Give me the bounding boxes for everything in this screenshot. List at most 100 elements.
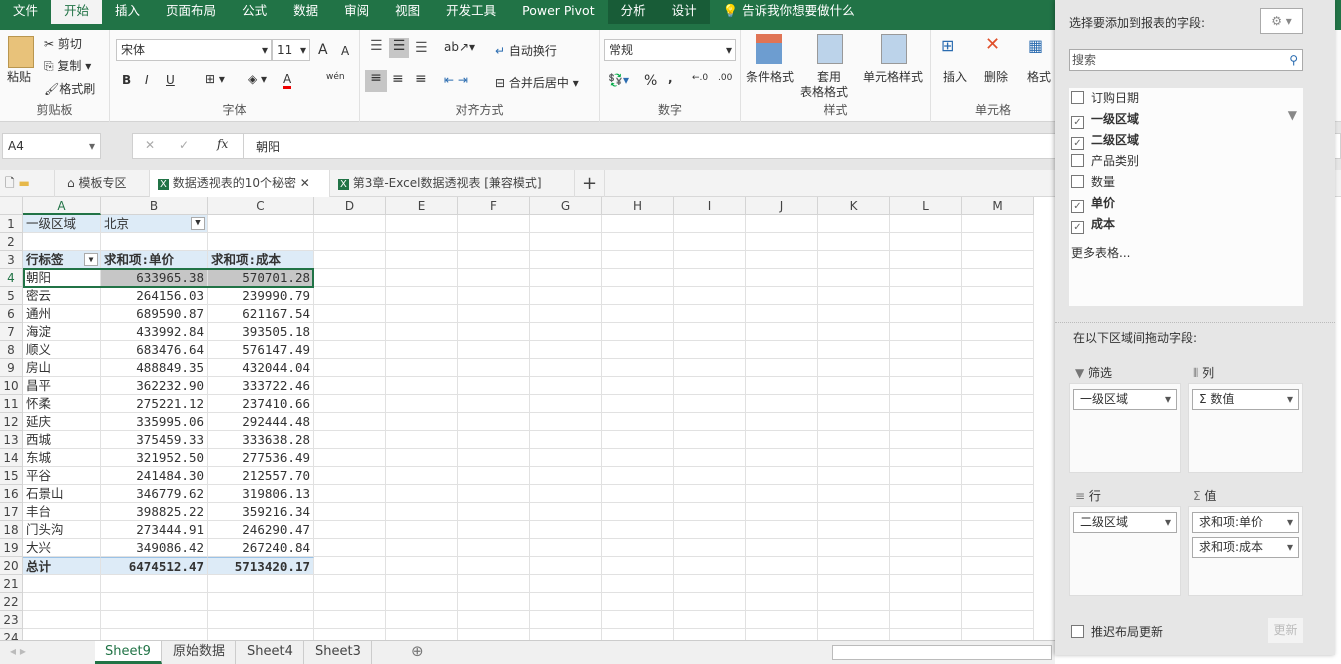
cell[interactable] [458, 431, 530, 449]
name-box[interactable]: A4 ▾ [2, 133, 101, 159]
more-tables-link[interactable]: 更多表格... [1071, 244, 1130, 261]
pivot-row-label[interactable]: 密云 [23, 287, 101, 305]
cell[interactable] [746, 359, 818, 377]
cell[interactable] [746, 521, 818, 539]
cell[interactable] [962, 575, 1034, 593]
cell[interactable] [314, 287, 386, 305]
align-left-icon[interactable]: ≡ [365, 70, 387, 92]
field-search-input[interactable]: 搜索 ⚲ [1069, 49, 1303, 71]
cell[interactable] [818, 395, 890, 413]
pivot-row-label[interactable]: 门头沟 [23, 521, 101, 539]
row-header[interactable]: 21 [0, 575, 23, 593]
field-checkbox[interactable]: ✓ 二级区域 [1071, 130, 1139, 150]
sheet-tab[interactable]: Sheet4 [237, 641, 304, 664]
cell[interactable] [962, 341, 1034, 359]
cell[interactable] [962, 305, 1034, 323]
field-checkbox[interactable]: ✓ 单价 [1071, 193, 1115, 213]
delete-cells-button[interactable]: 删除 [984, 68, 1008, 85]
cell[interactable] [818, 359, 890, 377]
cell[interactable] [602, 359, 674, 377]
filter-field-chip[interactable]: 一级区域 [1073, 389, 1177, 410]
cell[interactable] [674, 539, 746, 557]
cell[interactable] [890, 431, 962, 449]
cell[interactable] [602, 431, 674, 449]
cell[interactable] [386, 323, 458, 341]
cell[interactable] [386, 431, 458, 449]
cell[interactable] [602, 629, 674, 640]
cell[interactable] [458, 611, 530, 629]
cell[interactable] [314, 413, 386, 431]
pivot-row-label[interactable]: 西城 [23, 431, 101, 449]
cell[interactable] [674, 575, 746, 593]
ribbon-tab[interactable]: 数据 [280, 0, 331, 24]
cell[interactable] [530, 521, 602, 539]
cell[interactable] [530, 287, 602, 305]
pivot-value-price[interactable]: 349086.42 [101, 539, 208, 557]
column-header[interactable]: I [674, 197, 746, 215]
italic-button[interactable]: I [145, 73, 149, 87]
cell[interactable] [890, 521, 962, 539]
pivot-value-cost[interactable]: 237410.66 [208, 395, 314, 413]
cell[interactable] [386, 215, 458, 233]
pivot-value-cost[interactable]: 432044.04 [208, 359, 314, 377]
cell[interactable] [890, 557, 962, 575]
align-center-icon[interactable]: ≡ [392, 71, 404, 87]
cell[interactable] [386, 287, 458, 305]
cell[interactable] [746, 215, 818, 233]
cell[interactable] [818, 629, 890, 640]
cell[interactable] [23, 629, 101, 640]
align-middle-icon[interactable]: ☰ [389, 38, 409, 58]
cell[interactable] [818, 431, 890, 449]
cell[interactable] [674, 395, 746, 413]
cell[interactable] [962, 467, 1034, 485]
cell[interactable] [386, 395, 458, 413]
cell[interactable] [746, 485, 818, 503]
formula-input[interactable]: 朝阳 [256, 138, 280, 155]
doc-tab-2[interactable]: X 第3章-Excel数据透视表 [兼容模式] [330, 170, 575, 197]
cell[interactable] [746, 557, 818, 575]
cell[interactable] [746, 341, 818, 359]
font-name-select[interactable]: 宋体 ▾ [116, 39, 272, 61]
row-header[interactable]: 8 [0, 341, 23, 359]
cell[interactable] [674, 341, 746, 359]
pivot-row-label[interactable]: 延庆 [23, 413, 101, 431]
new-file-icon[interactable]: 🗋 [5, 176, 15, 190]
cell[interactable] [818, 485, 890, 503]
cell[interactable] [458, 629, 530, 640]
pivot-row-label[interactable]: 房山 [23, 359, 101, 377]
cell[interactable] [458, 593, 530, 611]
fill-color-icon[interactable]: ◈ ▾ [248, 72, 267, 86]
ribbon-tab[interactable]: 插入 [102, 0, 153, 24]
row-header[interactable]: 17 [0, 503, 23, 521]
cell[interactable] [890, 287, 962, 305]
cell[interactable] [674, 251, 746, 269]
value-field-chip[interactable]: 求和项:成本 [1192, 537, 1299, 558]
cell[interactable] [890, 269, 962, 287]
cell[interactable] [818, 467, 890, 485]
row-header[interactable]: 20 [0, 557, 23, 575]
cut-button[interactable]: ✂ 剪切 [44, 35, 82, 52]
cell[interactable] [602, 305, 674, 323]
cell[interactable] [818, 269, 890, 287]
cell[interactable] [386, 539, 458, 557]
pivot-header-row-labels[interactable]: 行标签 ▼ [23, 251, 101, 269]
cell[interactable] [674, 287, 746, 305]
row-header[interactable]: 2 [0, 233, 23, 251]
ribbon-tab[interactable]: 设计 [658, 0, 710, 24]
comma-button[interactable]: , [668, 71, 673, 85]
cell[interactable] [746, 269, 818, 287]
cell[interactable] [818, 413, 890, 431]
ribbon-tab[interactable]: 审阅 [331, 0, 382, 24]
column-header[interactable]: B [101, 197, 208, 215]
cell[interactable] [674, 413, 746, 431]
cell[interactable] [530, 395, 602, 413]
pivot-value-cost[interactable]: 246290.47 [208, 521, 314, 539]
cell[interactable] [314, 215, 386, 233]
cell[interactable] [746, 323, 818, 341]
pivot-row-label[interactable]: 石景山 [23, 485, 101, 503]
cell[interactable] [386, 521, 458, 539]
select-all-corner[interactable] [0, 197, 23, 215]
row-header[interactable]: 14 [0, 449, 23, 467]
cell[interactable] [674, 323, 746, 341]
cell[interactable] [386, 233, 458, 251]
